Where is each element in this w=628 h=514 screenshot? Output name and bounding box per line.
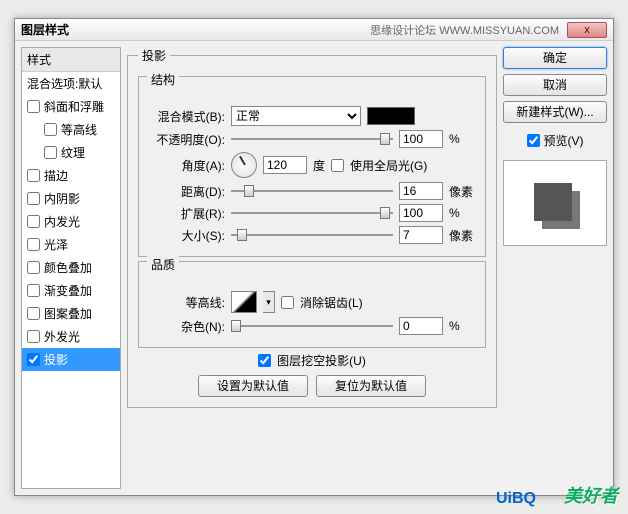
- spread-slider[interactable]: [231, 204, 393, 222]
- angle-unit: 度: [313, 157, 325, 174]
- sidebar-checkbox-7[interactable]: [27, 261, 40, 274]
- knockout-label: 图层挖空投影(U): [277, 352, 366, 369]
- distance-input[interactable]: [399, 182, 443, 200]
- sidebar-label-8: 渐变叠加: [44, 282, 92, 299]
- size-unit: 像素: [449, 227, 477, 244]
- quality-group: 品质 等高线: ▾ 消除锯齿(L) 杂色(N): %: [138, 261, 486, 348]
- sidebar-item-5[interactable]: 内发光: [22, 210, 120, 233]
- sidebar-checkbox-1[interactable]: [44, 123, 57, 136]
- preview-label: 预览(V): [544, 132, 584, 149]
- sidebar-checkbox-6[interactable]: [27, 238, 40, 251]
- preview-checkbox[interactable]: [527, 134, 540, 147]
- spread-input[interactable]: [399, 204, 443, 222]
- sidebar-checkbox-3[interactable]: [27, 169, 40, 182]
- sidebar-item-2[interactable]: 纹理: [22, 141, 120, 164]
- sidebar-checkbox-5[interactable]: [27, 215, 40, 228]
- sidebar-checkbox-11[interactable]: [27, 353, 40, 366]
- sidebar-checkbox-2[interactable]: [44, 146, 57, 159]
- size-slider[interactable]: [231, 226, 393, 244]
- global-light-checkbox[interactable]: [331, 159, 344, 172]
- sidebar-item-3[interactable]: 描边: [22, 164, 120, 187]
- reset-default-button[interactable]: 复位为默认值: [316, 375, 426, 397]
- distance-unit: 像素: [449, 183, 477, 200]
- quality-legend: 品质: [147, 256, 179, 273]
- close-button[interactable]: x: [567, 22, 607, 38]
- window-subtitle: 思缘设计论坛 WWW.MISSYUAN.COM: [370, 22, 559, 38]
- contour-dropdown-icon[interactable]: ▾: [263, 291, 275, 313]
- noise-label: 杂色(N):: [147, 318, 225, 335]
- angle-input[interactable]: [263, 156, 307, 174]
- make-default-button[interactable]: 设置为默认值: [198, 375, 308, 397]
- sidebar-checkbox-0[interactable]: [27, 100, 40, 113]
- sidebar-label-3: 描边: [44, 167, 68, 184]
- cancel-button[interactable]: 取消: [503, 74, 607, 96]
- sidebar-item-0[interactable]: 斜面和浮雕: [22, 95, 120, 118]
- spread-label: 扩展(R):: [147, 205, 225, 222]
- sidebar-label-0: 斜面和浮雕: [44, 98, 104, 115]
- sidebar-item-1[interactable]: 等高线: [22, 118, 120, 141]
- antialias-label: 消除锯齿(L): [300, 294, 363, 311]
- sidebar-item-4[interactable]: 内阴影: [22, 187, 120, 210]
- size-label: 大小(S):: [147, 227, 225, 244]
- opacity-unit: %: [449, 132, 477, 146]
- sidebar-label-4: 内阴影: [44, 190, 80, 207]
- sidebar-label-7: 颜色叠加: [44, 259, 92, 276]
- sidebar-checkbox-8[interactable]: [27, 284, 40, 297]
- sidebar-item-7[interactable]: 颜色叠加: [22, 256, 120, 279]
- sidebar-checkbox-4[interactable]: [27, 192, 40, 205]
- angle-label: 角度(A):: [147, 157, 225, 174]
- sidebar-label-6: 光泽: [44, 236, 68, 253]
- layer-style-dialog: 图层样式 思缘设计论坛 WWW.MISSYUAN.COM x 样式 混合选项:默…: [14, 18, 614, 496]
- sidebar-label-11: 投影: [44, 351, 68, 368]
- styles-sidebar: 样式 混合选项:默认 斜面和浮雕等高线纹理描边内阴影内发光光泽颜色叠加渐变叠加图…: [21, 47, 121, 489]
- distance-slider[interactable]: [231, 182, 393, 200]
- new-style-button[interactable]: 新建样式(W)...: [503, 101, 607, 123]
- noise-slider[interactable]: [231, 317, 393, 335]
- distance-label: 距离(D):: [147, 183, 225, 200]
- sidebar-checkbox-9[interactable]: [27, 307, 40, 320]
- antialias-checkbox[interactable]: [281, 296, 294, 309]
- sidebar-item-6[interactable]: 光泽: [22, 233, 120, 256]
- structure-legend: 结构: [147, 71, 179, 88]
- global-light-label: 使用全局光(G): [350, 157, 427, 174]
- opacity-input[interactable]: [399, 130, 443, 148]
- spread-unit: %: [449, 206, 477, 220]
- opacity-label: 不透明度(O):: [147, 131, 225, 148]
- right-panel: 确定 取消 新建样式(W)... 预览(V): [503, 47, 607, 489]
- opacity-slider[interactable]: [231, 130, 393, 148]
- watermark-right: 美好者: [564, 482, 618, 508]
- sidebar-checkbox-10[interactable]: [27, 330, 40, 343]
- effect-panel: 投影 结构 混合模式(B): 正常 不透明度(O): %: [127, 47, 497, 408]
- sidebar-label-9: 图案叠加: [44, 305, 92, 322]
- sidebar-item-11[interactable]: 投影: [22, 348, 120, 371]
- sidebar-item-10[interactable]: 外发光: [22, 325, 120, 348]
- sidebar-label-5: 内发光: [44, 213, 80, 230]
- contour-picker[interactable]: [231, 291, 257, 313]
- watermark-left: UiBQ: [496, 490, 536, 508]
- size-input[interactable]: [399, 226, 443, 244]
- color-swatch[interactable]: [367, 107, 415, 125]
- sidebar-label-1: 等高线: [61, 121, 97, 138]
- noise-unit: %: [449, 319, 477, 333]
- blend-mode-label: 混合模式(B):: [147, 108, 225, 125]
- ok-button[interactable]: 确定: [503, 47, 607, 69]
- blend-mode-select[interactable]: 正常: [231, 106, 361, 126]
- sidebar-header: 样式: [22, 48, 120, 72]
- sidebar-item-8[interactable]: 渐变叠加: [22, 279, 120, 302]
- contour-label: 等高线:: [147, 294, 225, 311]
- knockout-checkbox[interactable]: [258, 354, 271, 367]
- titlebar: 图层样式 思缘设计论坛 WWW.MISSYUAN.COM x: [15, 19, 613, 41]
- structure-group: 结构 混合模式(B): 正常 不透明度(O): %: [138, 76, 486, 257]
- noise-input[interactable]: [399, 317, 443, 335]
- sidebar-blend-options[interactable]: 混合选项:默认: [22, 72, 120, 95]
- angle-dial[interactable]: [231, 152, 257, 178]
- window-title: 图层样式: [21, 21, 370, 38]
- preview-square-icon: [534, 183, 572, 221]
- sidebar-label-10: 外发光: [44, 328, 80, 345]
- sidebar-item-9[interactable]: 图案叠加: [22, 302, 120, 325]
- preview-box: [503, 160, 607, 246]
- effect-title: 投影: [138, 47, 170, 64]
- sidebar-label-2: 纹理: [61, 144, 85, 161]
